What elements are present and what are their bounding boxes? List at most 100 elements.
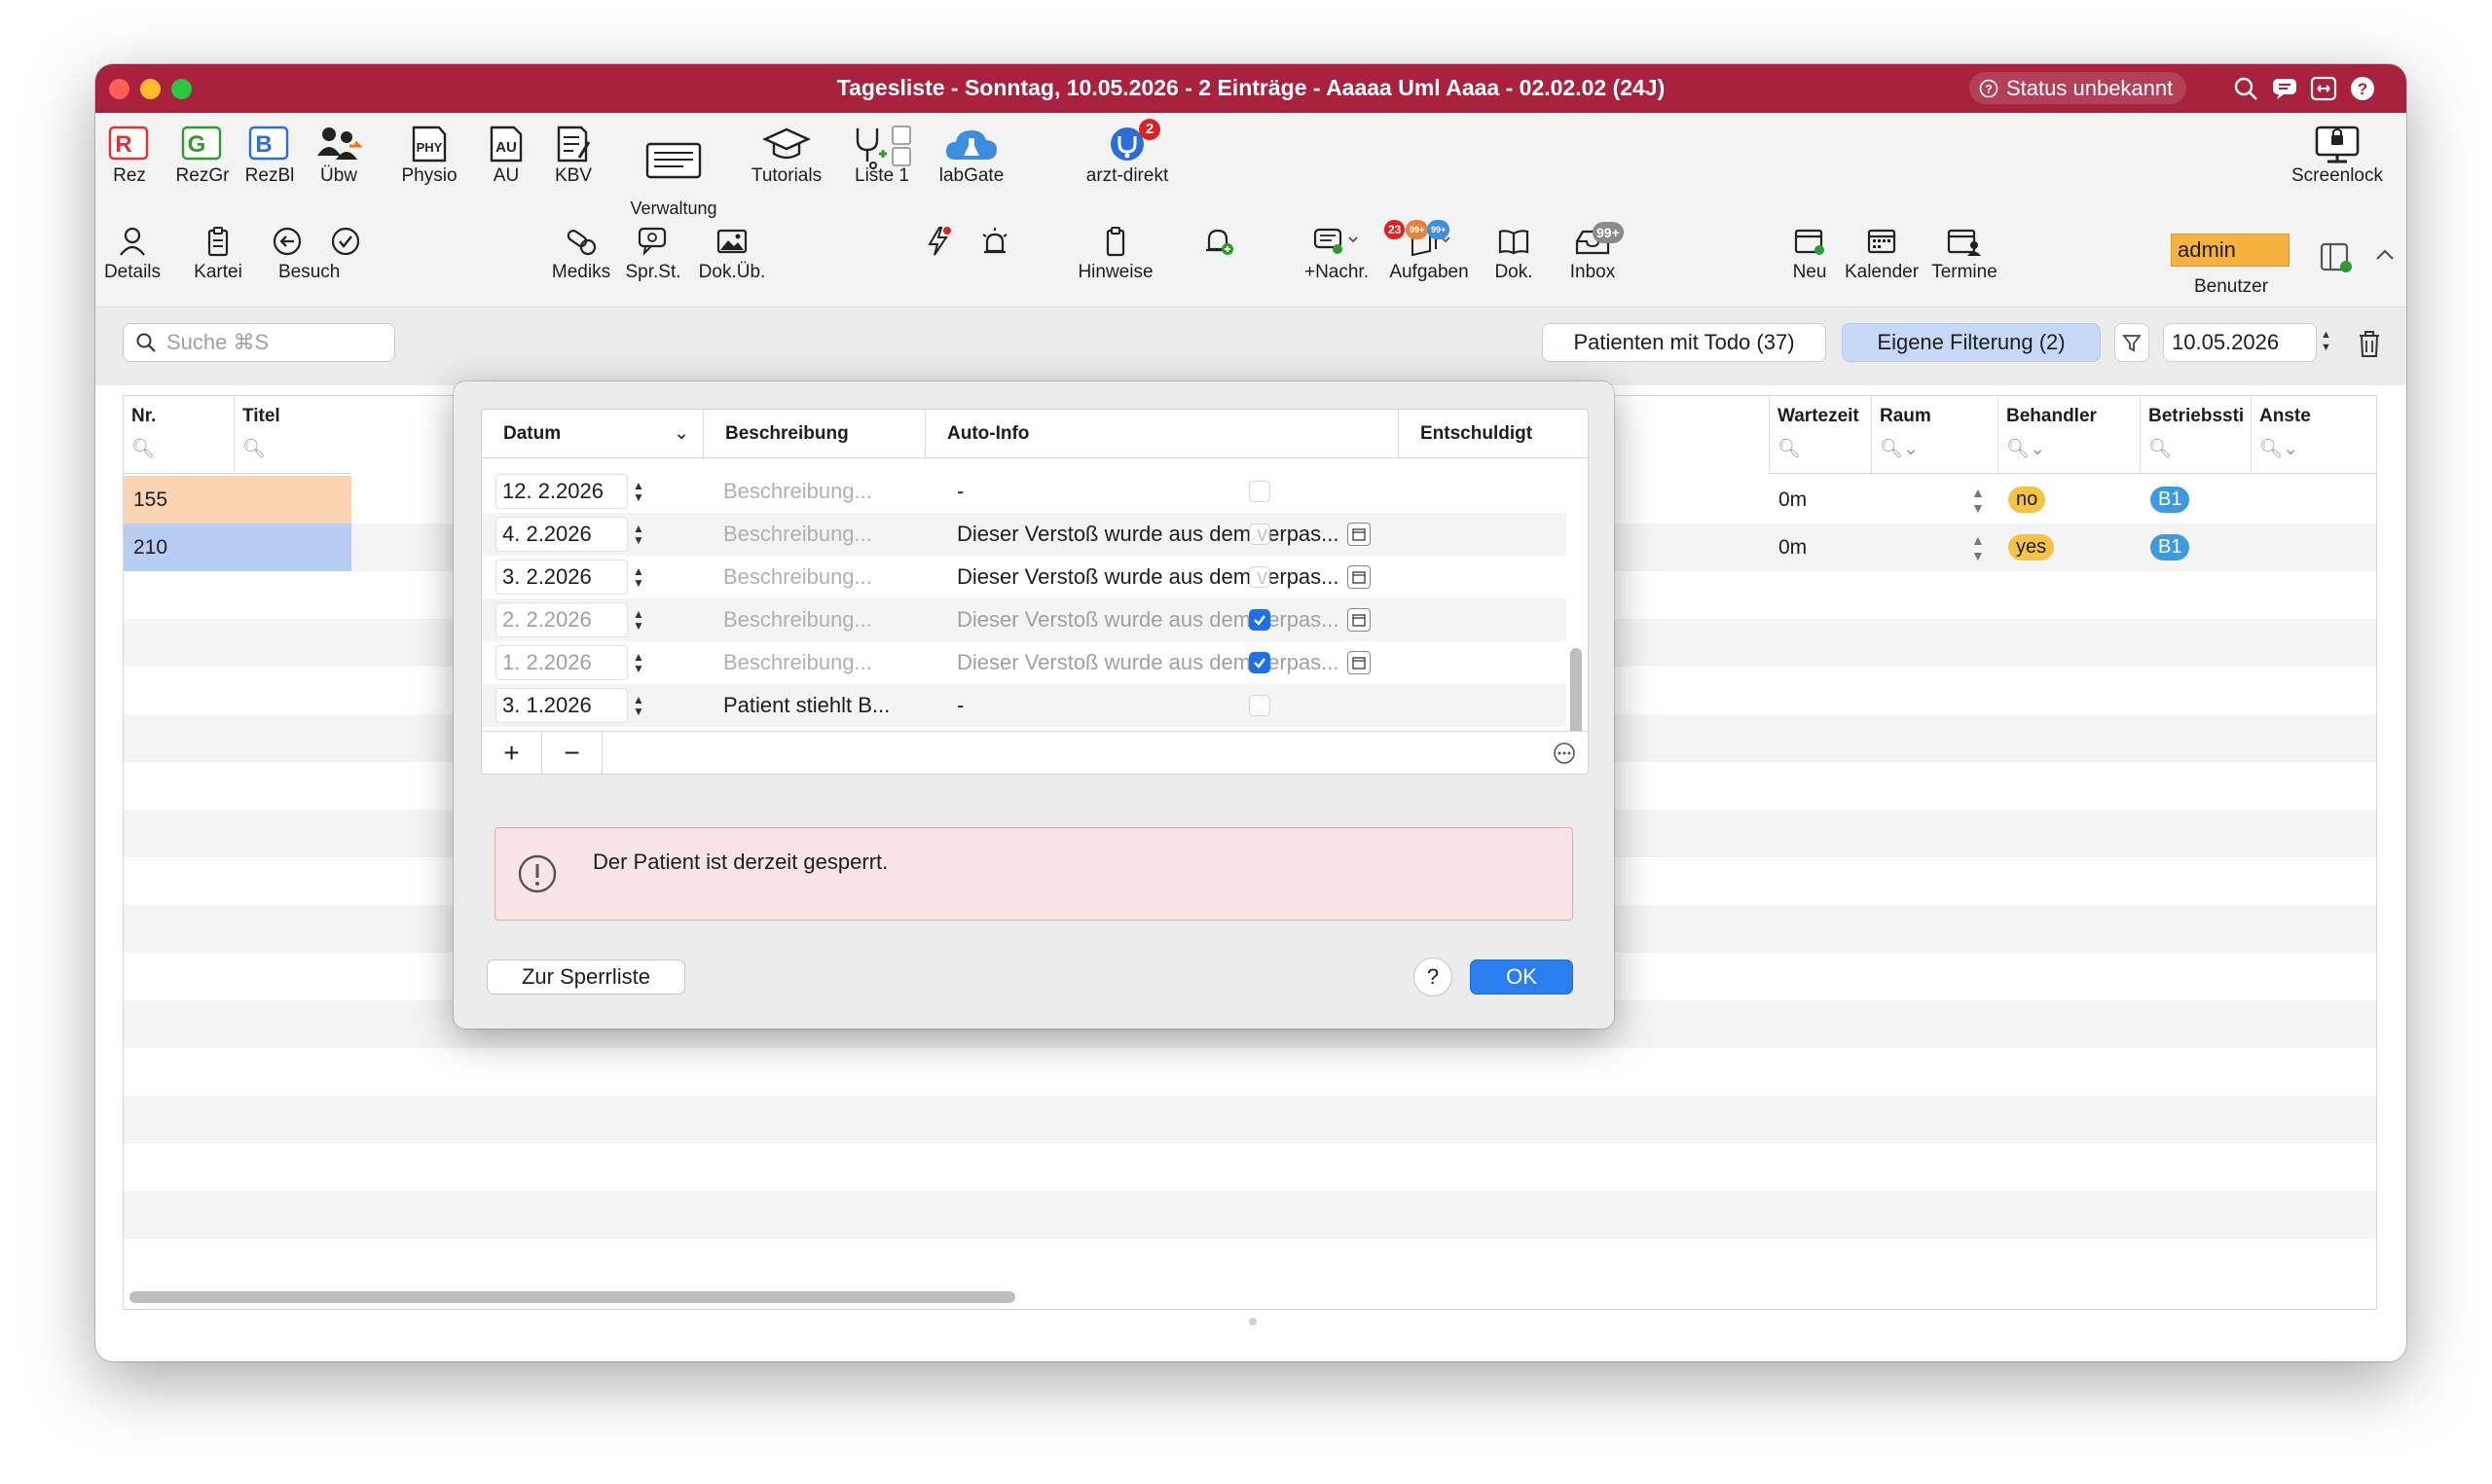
collapse-toolbar-icon[interactable] bbox=[2373, 245, 2397, 270]
own-filter-button[interactable]: Eigene Filterung (2) bbox=[1842, 323, 2101, 362]
hinweise-button[interactable]: Hinweise bbox=[1028, 226, 1203, 283]
col-entschuldigt[interactable]: Entschuldigt bbox=[1399, 410, 1588, 458]
col-wartezeit-search-icon[interactable]: 🔍︎ bbox=[1777, 437, 1863, 460]
search-field[interactable]: Suche ⌘S bbox=[123, 323, 395, 362]
help-button[interactable]: ? bbox=[1413, 958, 1452, 996]
rezgr-button[interactable]: G RezGr bbox=[173, 125, 232, 185]
col-header-anstellung[interactable]: Anste 🔍︎⌄ bbox=[2252, 396, 2376, 474]
violation-row[interactable]: 4. 2.2026 ▲ ▼ Beschreibung... Dieser Verstoß… bbox=[482, 513, 1566, 556]
excused-checkbox[interactable] bbox=[1249, 652, 1270, 673]
excused-checkbox[interactable] bbox=[1249, 695, 1270, 716]
add-row-button[interactable]: + bbox=[482, 732, 542, 774]
kartei-button[interactable]: Kartei bbox=[189, 226, 247, 283]
besuch-back-button[interactable] bbox=[263, 226, 312, 262]
excused-checkbox[interactable] bbox=[1249, 524, 1270, 545]
status-button[interactable]: ? Status unbekannt bbox=[1969, 72, 2187, 104]
date-field[interactable]: 10.05.2026 bbox=[2163, 323, 2317, 362]
arzt-direkt-button[interactable]: arzt-direkt 2 bbox=[1069, 119, 1186, 185]
neu-termin-button[interactable]: Neu bbox=[1785, 226, 1834, 283]
excused-checkbox[interactable] bbox=[1249, 481, 1270, 502]
sprechstunde-button[interactable]: Spr.St. bbox=[619, 226, 687, 283]
uebw-button[interactable]: Übw bbox=[312, 125, 366, 185]
termine-button[interactable]: Termine bbox=[1924, 226, 2005, 283]
alarm-button[interactable] bbox=[973, 226, 1016, 262]
calendar-icon[interactable] bbox=[1346, 608, 1371, 632]
liste1-button[interactable]: Liste 1 bbox=[843, 125, 921, 185]
kalender-button[interactable]: Kalender bbox=[1838, 226, 1925, 283]
inbox-button[interactable]: Inbox 99+ bbox=[1563, 222, 1624, 283]
physio-button[interactable]: PHY Physio bbox=[397, 125, 461, 185]
rezbl-button[interactable]: B RezBl bbox=[241, 125, 298, 185]
description-field[interactable]: Beschreibung... bbox=[723, 641, 937, 684]
date-field[interactable]: 3. 2.2026 bbox=[495, 560, 628, 595]
date-field[interactable]: 4. 2.2026 bbox=[495, 517, 628, 552]
col-beschreibung[interactable]: Beschreibung bbox=[704, 410, 926, 458]
col-header-raum[interactable]: Raum 🔍︎⌄ bbox=[1872, 396, 1998, 474]
calendar-icon[interactable] bbox=[1346, 565, 1371, 589]
raum-stepper-icon[interactable]: ▲ ▼ bbox=[1971, 476, 1985, 524]
col-betriebsstaette-search-icon[interactable]: 🔍︎ bbox=[2148, 437, 2243, 460]
au-button[interactable]: AU AU bbox=[485, 125, 528, 185]
trash-icon[interactable] bbox=[2356, 329, 2383, 363]
todo-filter-button[interactable]: Patienten mit Todo (37) bbox=[1542, 323, 1826, 362]
labgate-button[interactable]: labGate bbox=[933, 125, 1010, 185]
dok-ueb-button[interactable]: Dok.Üb. bbox=[691, 226, 773, 283]
details-button[interactable]: Details bbox=[101, 226, 164, 283]
date-field[interactable]: 12. 2.2026 bbox=[495, 474, 628, 509]
rez-button[interactable]: R Rez bbox=[105, 125, 154, 185]
col-raum-search-icon[interactable]: 🔍︎⌄ bbox=[1880, 437, 1990, 460]
calendar-icon[interactable] bbox=[1346, 651, 1371, 674]
description-field[interactable]: Beschreibung... bbox=[723, 598, 937, 641]
violation-row[interactable]: 2. 2.2026 ▲ ▼ Beschreibung... Dieser Verstoß… bbox=[482, 598, 1566, 641]
date-field[interactable]: 1. 2.2026 bbox=[495, 645, 628, 680]
more-options-icon[interactable] bbox=[1553, 742, 1576, 770]
description-field[interactable]: Beschreibung... bbox=[723, 513, 937, 556]
description-field[interactable]: Patient stiehlt B... bbox=[723, 684, 937, 727]
violation-row[interactable]: 3. 1.2026 ▲ ▼ Patient stiehlt B... - bbox=[482, 684, 1566, 727]
excused-checkbox[interactable] bbox=[1249, 609, 1270, 631]
aufgaben-button[interactable]: Aufgaben 23 99+ 99+ bbox=[1382, 220, 1476, 283]
col-auto-info[interactable]: Auto-Info bbox=[926, 410, 1399, 458]
flash-button[interactable] bbox=[917, 226, 960, 262]
date-stepper-icon[interactable]: ▲▼ bbox=[630, 690, 647, 721]
date-stepper[interactable]: ▲ ▼ bbox=[2321, 329, 2331, 354]
sperrliste-button[interactable]: Zur Sperrliste bbox=[487, 959, 685, 995]
besuch-check-button[interactable] bbox=[321, 226, 370, 262]
date-field[interactable]: 2. 2.2026 bbox=[495, 602, 628, 637]
description-field[interactable]: Beschreibung... bbox=[723, 470, 937, 513]
description-field[interactable]: Beschreibung... bbox=[723, 556, 937, 598]
excused-checkbox[interactable] bbox=[1249, 566, 1270, 588]
help-icon[interactable]: ? bbox=[2348, 74, 2377, 103]
violation-row[interactable]: 1. 2.2026 ▲ ▼ Beschreibung... Dieser Verstoß… bbox=[482, 641, 1566, 684]
date-stepper-icon[interactable]: ▲▼ bbox=[630, 519, 647, 550]
filter-icon[interactable] bbox=[2114, 323, 2149, 362]
panel-toggle-icon[interactable] bbox=[2319, 241, 2356, 279]
user-field[interactable]: admin bbox=[2171, 234, 2290, 267]
search-icon[interactable] bbox=[2231, 74, 2260, 103]
col-behandler-search-icon[interactable]: 🔍︎⌄ bbox=[2006, 437, 2132, 460]
chat-icon[interactable] bbox=[2270, 74, 2299, 103]
remove-row-button[interactable]: − bbox=[542, 732, 603, 774]
col-header-nr[interactable]: Nr. 🔍︎ bbox=[124, 396, 235, 474]
nachricht-button[interactable]: +Nachr. bbox=[1295, 226, 1378, 283]
switch-icon[interactable] bbox=[2309, 74, 2338, 103]
kbv-button[interactable]: KBV bbox=[549, 125, 598, 185]
date-field[interactable]: 3. 1.2026 bbox=[495, 688, 628, 723]
col-header-wartezeit[interactable]: Wartezeit 🔍︎ bbox=[1769, 396, 1872, 474]
col-anstellung-search-icon[interactable]: 🔍︎⌄ bbox=[2259, 437, 2368, 460]
col-titel-search-icon[interactable]: 🔍︎ bbox=[242, 437, 344, 460]
date-stepper-icon[interactable]: ▲▼ bbox=[630, 647, 647, 678]
date-stepper-icon[interactable]: ▲▼ bbox=[630, 604, 647, 635]
col-nr-search-icon[interactable]: 🔍︎ bbox=[131, 437, 226, 460]
dok-button[interactable]: Dok. bbox=[1489, 226, 1538, 283]
horizontal-scrollbar[interactable] bbox=[129, 1291, 1015, 1303]
col-header-titel[interactable]: Titel 🔍︎ bbox=[235, 396, 351, 474]
violation-row[interactable]: 12. 2.2026 ▲ ▼ Beschreibung... - bbox=[482, 470, 1566, 513]
bell-add-button[interactable] bbox=[1197, 226, 1240, 262]
raum-stepper-icon[interactable]: ▲ ▼ bbox=[1971, 524, 1985, 571]
violation-row[interactable]: 3. 2.2026 ▲ ▼ Beschreibung... Dieser Verstoß… bbox=[482, 556, 1566, 598]
tutorials-button[interactable]: Tutorials bbox=[738, 125, 835, 185]
date-stepper-icon[interactable]: ▲▼ bbox=[630, 476, 647, 507]
col-datum[interactable]: Datum ⌄ bbox=[482, 410, 704, 458]
calendar-icon[interactable] bbox=[1346, 523, 1371, 546]
